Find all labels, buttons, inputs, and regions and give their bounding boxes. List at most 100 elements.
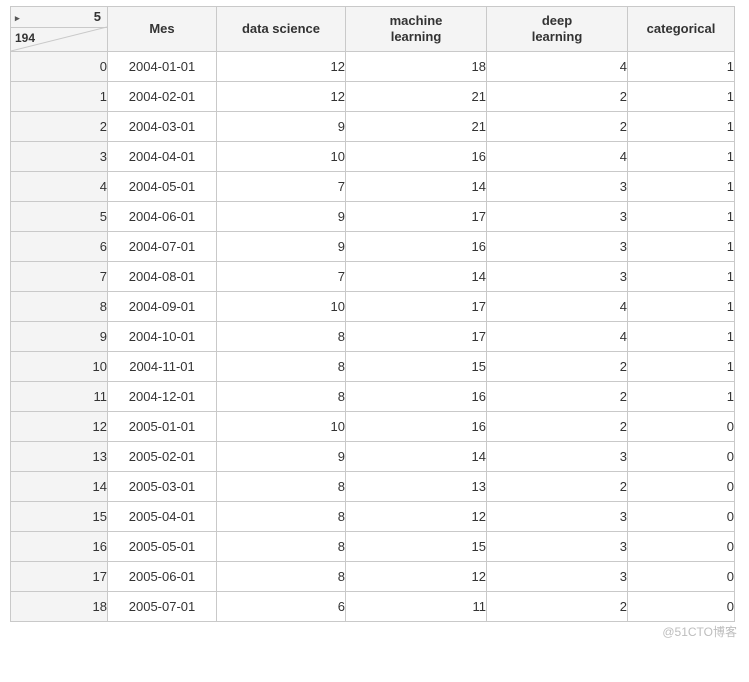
cell-mes[interactable]: 2005-02-01: [108, 442, 217, 472]
col-header-categorical[interactable]: categorical: [628, 7, 735, 52]
row-index-cell[interactable]: 9: [11, 322, 108, 352]
cell-machine-learning[interactable]: 15: [346, 532, 487, 562]
cell-deep-learning[interactable]: 3: [487, 502, 628, 532]
cell-mes[interactable]: 2004-08-01: [108, 262, 217, 292]
cell-deep-learning[interactable]: 3: [487, 562, 628, 592]
cell-deep-learning[interactable]: 2: [487, 352, 628, 382]
row-index-cell[interactable]: 5: [11, 202, 108, 232]
cell-categorical[interactable]: 0: [628, 562, 735, 592]
cell-categorical[interactable]: 0: [628, 502, 735, 532]
cell-data-science[interactable]: 7: [217, 172, 346, 202]
cell-machine-learning[interactable]: 17: [346, 292, 487, 322]
cell-mes[interactable]: 2004-07-01: [108, 232, 217, 262]
cell-mes[interactable]: 2004-10-01: [108, 322, 217, 352]
row-index-cell[interactable]: 0: [11, 52, 108, 82]
cell-mes[interactable]: 2004-12-01: [108, 382, 217, 412]
cell-machine-learning[interactable]: 12: [346, 562, 487, 592]
cell-deep-learning[interactable]: 4: [487, 322, 628, 352]
col-header-mes[interactable]: Mes: [108, 7, 217, 52]
row-index-cell[interactable]: 15: [11, 502, 108, 532]
table-row[interactable]: 162005-05-0181530: [11, 532, 735, 562]
cell-categorical[interactable]: 1: [628, 142, 735, 172]
cell-machine-learning[interactable]: 11: [346, 592, 487, 622]
cell-machine-learning[interactable]: 17: [346, 322, 487, 352]
cell-machine-learning[interactable]: 21: [346, 82, 487, 112]
cell-machine-learning[interactable]: 14: [346, 442, 487, 472]
cell-machine-learning[interactable]: 14: [346, 262, 487, 292]
cell-mes[interactable]: 2005-07-01: [108, 592, 217, 622]
cell-deep-learning[interactable]: 2: [487, 472, 628, 502]
row-index-cell[interactable]: 3: [11, 142, 108, 172]
cell-data-science[interactable]: 12: [217, 52, 346, 82]
cell-categorical[interactable]: 1: [628, 202, 735, 232]
cell-categorical[interactable]: 1: [628, 262, 735, 292]
cell-mes[interactable]: 2004-09-01: [108, 292, 217, 322]
table-row[interactable]: 102004-11-0181521: [11, 352, 735, 382]
cell-data-science[interactable]: 8: [217, 532, 346, 562]
cell-categorical[interactable]: 1: [628, 52, 735, 82]
table-row[interactable]: 172005-06-0181230: [11, 562, 735, 592]
cell-machine-learning[interactable]: 12: [346, 502, 487, 532]
cell-data-science[interactable]: 8: [217, 352, 346, 382]
row-index-cell[interactable]: 10: [11, 352, 108, 382]
cell-categorical[interactable]: 1: [628, 382, 735, 412]
cell-categorical[interactable]: 1: [628, 112, 735, 142]
table-row[interactable]: 142005-03-0181320: [11, 472, 735, 502]
cell-deep-learning[interactable]: 2: [487, 382, 628, 412]
table-row[interactable]: 72004-08-0171431: [11, 262, 735, 292]
table-row[interactable]: 152005-04-0181230: [11, 502, 735, 532]
cell-categorical[interactable]: 0: [628, 412, 735, 442]
row-index-cell[interactable]: 4: [11, 172, 108, 202]
cell-categorical[interactable]: 0: [628, 472, 735, 502]
cell-machine-learning[interactable]: 16: [346, 142, 487, 172]
row-index-cell[interactable]: 12: [11, 412, 108, 442]
cell-deep-learning[interactable]: 2: [487, 112, 628, 142]
row-index-cell[interactable]: 18: [11, 592, 108, 622]
cell-machine-learning[interactable]: 21: [346, 112, 487, 142]
cell-data-science[interactable]: 10: [217, 142, 346, 172]
table-row[interactable]: 122005-01-01101620: [11, 412, 735, 442]
cell-categorical[interactable]: 1: [628, 172, 735, 202]
cell-deep-learning[interactable]: 3: [487, 172, 628, 202]
cell-data-science[interactable]: 10: [217, 292, 346, 322]
cell-categorical[interactable]: 0: [628, 442, 735, 472]
cell-mes[interactable]: 2004-01-01: [108, 52, 217, 82]
cell-deep-learning[interactable]: 2: [487, 82, 628, 112]
cell-deep-learning[interactable]: 3: [487, 442, 628, 472]
cell-categorical[interactable]: 1: [628, 322, 735, 352]
row-index-cell[interactable]: 8: [11, 292, 108, 322]
cell-deep-learning[interactable]: 2: [487, 412, 628, 442]
col-header-deep-learning[interactable]: deep learning: [487, 7, 628, 52]
cell-mes[interactable]: 2005-01-01: [108, 412, 217, 442]
cell-machine-learning[interactable]: 16: [346, 382, 487, 412]
table-row[interactable]: 92004-10-0181741: [11, 322, 735, 352]
table-row[interactable]: 182005-07-0161120: [11, 592, 735, 622]
cell-mes[interactable]: 2004-05-01: [108, 172, 217, 202]
cell-machine-learning[interactable]: 16: [346, 412, 487, 442]
table-row[interactable]: 82004-09-01101741: [11, 292, 735, 322]
cell-deep-learning[interactable]: 3: [487, 202, 628, 232]
cell-categorical[interactable]: 0: [628, 532, 735, 562]
cell-categorical[interactable]: 1: [628, 352, 735, 382]
cell-mes[interactable]: 2005-06-01: [108, 562, 217, 592]
cell-data-science[interactable]: 8: [217, 382, 346, 412]
cell-deep-learning[interactable]: 3: [487, 232, 628, 262]
cell-deep-learning[interactable]: 4: [487, 292, 628, 322]
cell-machine-learning[interactable]: 18: [346, 52, 487, 82]
cell-data-science[interactable]: 10: [217, 412, 346, 442]
cell-deep-learning[interactable]: 2: [487, 592, 628, 622]
cell-mes[interactable]: 2005-03-01: [108, 472, 217, 502]
cell-data-science[interactable]: 9: [217, 442, 346, 472]
cell-data-science[interactable]: 9: [217, 202, 346, 232]
cell-data-science[interactable]: 8: [217, 502, 346, 532]
cell-machine-learning[interactable]: 15: [346, 352, 487, 382]
cell-machine-learning[interactable]: 14: [346, 172, 487, 202]
cell-data-science[interactable]: 12: [217, 82, 346, 112]
cell-data-science[interactable]: 8: [217, 562, 346, 592]
cell-mes[interactable]: 2005-04-01: [108, 502, 217, 532]
cell-data-science[interactable]: 9: [217, 112, 346, 142]
row-index-cell[interactable]: 2: [11, 112, 108, 142]
cell-mes[interactable]: 2004-06-01: [108, 202, 217, 232]
row-index-cell[interactable]: 6: [11, 232, 108, 262]
col-header-data-science[interactable]: data science: [217, 7, 346, 52]
